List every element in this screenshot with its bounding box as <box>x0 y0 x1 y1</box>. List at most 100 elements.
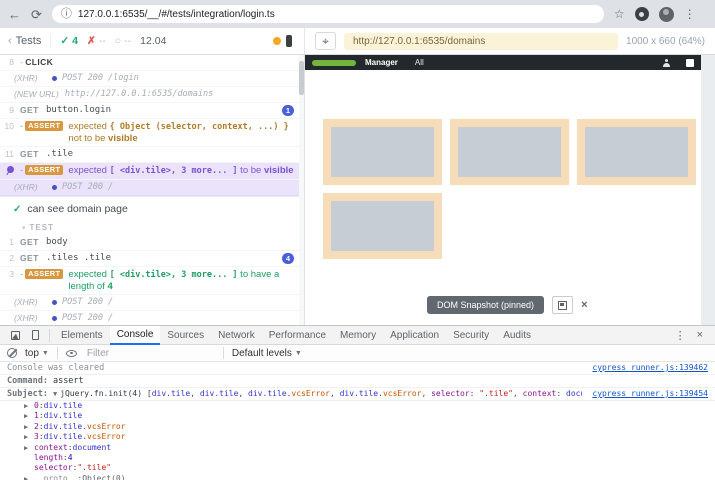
reload-icon[interactable]: ⟳ <box>31 8 42 21</box>
expand-arrow-icon[interactable]: ▶ <box>24 474 34 480</box>
console-tree-row[interactable]: ▶__proto__: Object(0) <box>0 474 715 480</box>
console-tree-row[interactable]: ▶3: div.tile.vcsError <box>0 432 715 442</box>
test-title: can see domain page <box>27 203 127 215</box>
log-row-command[interactable]: 2GET.tiles .tile4 <box>0 251 304 267</box>
log-scrollbar-thumb[interactable] <box>299 61 304 95</box>
clear-console-icon[interactable] <box>7 348 17 358</box>
failed-x-icon: ✗ <box>87 35 96 47</box>
context-selector[interactable]: top ▼ <box>25 348 49 359</box>
devtools-controls: ⋮ × <box>675 329 710 342</box>
tile-content <box>331 127 434 177</box>
console-output: Console was cleared cypress_runner.js:13… <box>0 362 715 480</box>
log-row-xhr[interactable]: (NEW URL)http://127.0.0.1:6535/domains <box>0 87 304 103</box>
log-row-assert[interactable]: -ASSERTexpected [ <div.tile>, 3 more... … <box>0 163 304 180</box>
devtools-tab-bar: ElementsConsoleSourcesNetworkPerformance… <box>0 326 715 345</box>
console-tree-row[interactable]: ▶context: document <box>0 443 715 453</box>
aut-url-bar[interactable]: http://127.0.0.1:6535/domains <box>344 33 618 50</box>
expand-arrow-icon[interactable]: ▶ <box>24 411 34 421</box>
bookmark-star-icon[interactable]: ☆ <box>614 7 625 21</box>
console-filter-input[interactable] <box>85 347 215 360</box>
app-nav-all[interactable]: All <box>415 58 424 67</box>
command-number: 3 <box>0 269 20 280</box>
stat-passed: ✓ 4 <box>60 35 78 47</box>
console-source-link[interactable]: cypress_runner.js:139454 <box>582 389 708 399</box>
tab-audits[interactable]: Audits <box>496 326 538 345</box>
devtools-close-icon[interactable]: × <box>697 329 703 342</box>
xhr-label: (NEW URL) <box>14 89 59 100</box>
console-tree-row[interactable]: ▶1: div.tile <box>0 411 715 421</box>
chevron-down-icon: ▼ <box>42 350 49 357</box>
subject-label: Subject: <box>7 389 48 399</box>
property-value: div.tile. <box>44 432 87 442</box>
tab-application[interactable]: Application <box>383 326 446 345</box>
unpin-snapshot-icon[interactable]: × <box>581 299 587 311</box>
log-row-command[interactable]: 1GETbody <box>0 235 304 251</box>
browser-select[interactable] <box>273 35 296 47</box>
log-levels-selector[interactable]: Default levels ▼ <box>232 348 302 359</box>
device-toolbar-icon[interactable] <box>25 330 45 340</box>
console-tree-row[interactable]: ▶0: div.tile <box>0 401 715 411</box>
tab-memory[interactable]: Memory <box>333 326 383 345</box>
browser-icon <box>273 37 281 45</box>
log-row-command[interactable]: 9GETbutton.login1 <box>0 103 304 119</box>
extension-icon[interactable] <box>635 7 649 21</box>
tab-security[interactable]: Security <box>446 326 496 345</box>
back-icon[interactable]: ← <box>8 8 21 21</box>
expand-arrow-icon[interactable]: ▶ <box>24 401 34 411</box>
assert-badge: ASSERT <box>25 165 63 175</box>
log-row-assert[interactable]: 10-ASSERTexpected { Object (selector, co… <box>0 119 304 147</box>
console-toolbar: top ▼ Default levels ▼ <box>0 345 715 362</box>
chevron-down-icon: ▼ <box>295 350 302 357</box>
snapshot-highlight-toggle[interactable] <box>552 296 573 314</box>
tile[interactable] <box>323 119 442 185</box>
app-header: Manager All <box>305 55 701 70</box>
page-info-icon[interactable]: ⓘ <box>61 9 72 20</box>
log-row-command[interactable]: 11GET.tile <box>0 147 304 163</box>
tab-network[interactable]: Network <box>211 326 262 345</box>
log-row-click[interactable]: 8-CLICK <box>0 55 304 71</box>
expand-arrow-icon[interactable]: ▶ <box>24 443 34 453</box>
log-row-xhr[interactable]: (XHR)POST 200 /login <box>0 71 304 87</box>
log-row-assert[interactable]: 3-ASSERTexpected [ <div.tile>, 3 more...… <box>0 267 304 295</box>
assert-message: expected { Object (selector, context, ..… <box>68 121 294 144</box>
inspect-element-icon[interactable] <box>5 331 25 340</box>
app-logo[interactable] <box>312 60 356 66</box>
devtools-panel: ElementsConsoleSourcesNetworkPerformance… <box>0 325 715 480</box>
xhr-text: POST 200 / <box>62 313 113 324</box>
expand-arrow-icon[interactable]: ▶ <box>24 432 34 442</box>
section-label: TEST <box>30 223 54 232</box>
tile[interactable] <box>323 193 442 259</box>
tile[interactable] <box>450 119 569 185</box>
browser-menu-handle-icon <box>286 35 292 47</box>
console-tree-row[interactable]: ▶2: div.tile.vcsError <box>0 422 715 432</box>
profile-avatar[interactable] <box>659 7 674 22</box>
log-row-xhr[interactable]: (XHR)POST 200 / <box>0 311 304 325</box>
log-row-xhr[interactable]: (XHR)POST 200 / <box>0 295 304 311</box>
back-to-tests-label: Tests <box>16 35 42 47</box>
selector-playground-button[interactable]: ⌖ <box>315 32 336 50</box>
console-source-link[interactable]: cypress_runner.js:139462 <box>582 363 708 373</box>
test-title-row[interactable]: ✓can see domain page <box>0 196 304 220</box>
expand-arrow-icon[interactable]: ▶ <box>24 422 34 432</box>
divider <box>49 329 50 342</box>
tile[interactable] <box>577 119 696 185</box>
passed-count: 4 <box>72 35 78 47</box>
log-scrollbar[interactable] <box>299 55 304 325</box>
header-corner-button[interactable] <box>686 59 694 67</box>
test-body-section[interactable]: ▾TEST <box>0 220 304 235</box>
app-title: Manager <box>365 58 398 67</box>
command-log-pane: 8-CLICK(XHR)POST 200 /login(NEW URL)http… <box>0 55 305 325</box>
tab-console[interactable]: Console <box>110 326 161 345</box>
collapse-arrow-icon[interactable]: ▼ <box>53 389 57 399</box>
live-expression-icon[interactable] <box>66 350 77 357</box>
back-to-tests-button[interactable]: ‹ Tests <box>8 35 51 47</box>
tab-sources[interactable]: Sources <box>160 326 211 345</box>
devtools-menu-icon[interactable]: ⋮ <box>675 329 686 342</box>
user-icon[interactable] <box>662 59 670 67</box>
command-number: 10 <box>0 121 20 132</box>
browser-menu-icon[interactable]: ⋮ <box>684 7 696 21</box>
address-bar[interactable]: ⓘ 127.0.0.1:6535/__/#/tests/integration/… <box>52 5 604 23</box>
tab-elements[interactable]: Elements <box>54 326 110 345</box>
tab-performance[interactable]: Performance <box>262 326 333 345</box>
log-row-xhr[interactable]: (XHR)POST 200 / <box>0 180 304 196</box>
